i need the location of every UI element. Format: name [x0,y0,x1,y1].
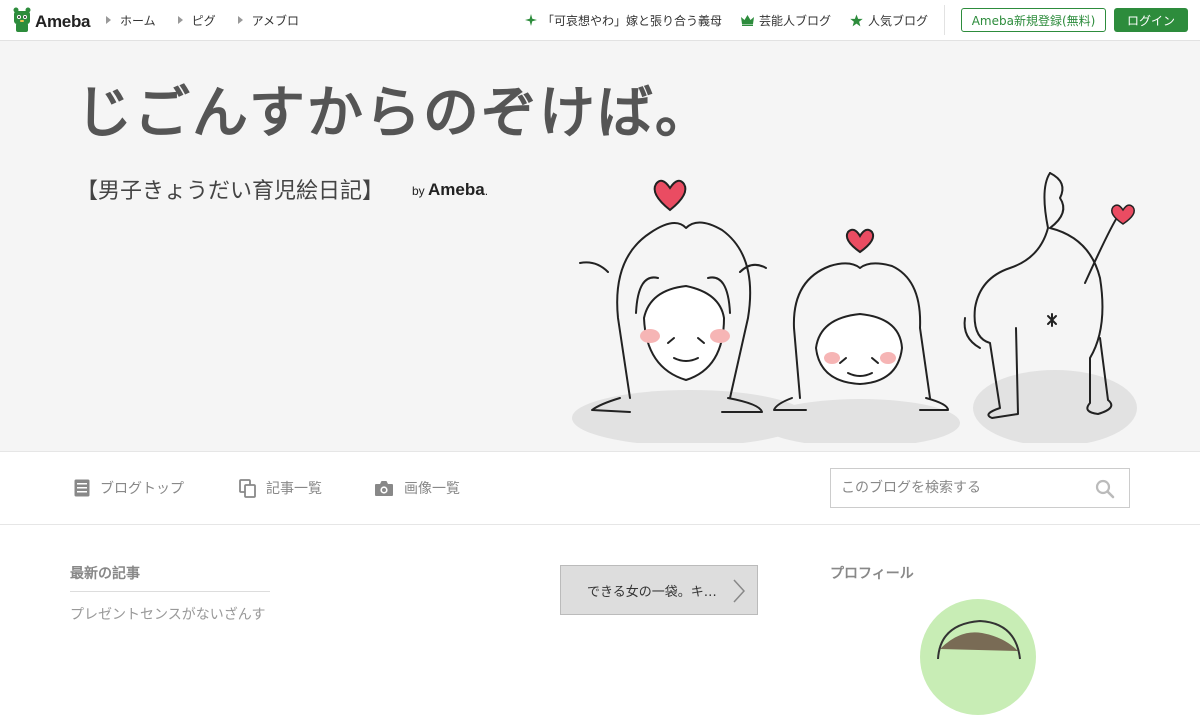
global-header: Ameba ホーム ピグ アメブロ 「可哀想やわ」嫁と張り合う義母 芸能人ブログ [0,0,1200,41]
triangle-right-icon [237,16,243,24]
ameba-mascot-icon [12,7,32,37]
sparkle-icon [524,14,537,26]
search-icon[interactable] [1095,479,1115,503]
logo-text: Ameba [35,12,91,31]
tab-blog-top[interactable]: ブログトップ [74,452,184,524]
by-prefix: by [412,184,425,198]
ameba-logo[interactable]: Ameba [12,7,90,37]
latest-article-link[interactable]: プレゼントセンスがないざんす [70,605,270,625]
header-divider [944,5,945,35]
next-article-button[interactable]: できる女の一袋。キ… [560,565,758,615]
blog-header[interactable]: じごんすからのぞけば。 【男子きょうだい育児絵日記】 by Ameba. [0,41,1200,451]
nav-home-label: ホーム [120,13,156,28]
by-suffix: . [484,184,489,198]
document-icon [74,479,90,497]
chevron-right-icon [733,579,746,607]
latest-articles-section: 最新の記事 プレゼントセンスがないざんす [70,563,270,625]
avatar[interactable] [920,599,1036,715]
blog-tab-bar: ブログトップ 記事一覧 画像一覧 [0,451,1200,525]
tab-article-list-label: 記事一覧 [266,481,322,497]
next-article-label: できる女の一袋。キ… [587,584,717,600]
crown-icon [740,14,754,26]
profile-section: プロフィール [830,563,1130,715]
blog-title: じごんすからのぞけば。 [76,81,713,146]
blog-search-input[interactable] [831,469,1091,507]
popular-blog-link[interactable]: 人気ブログ [850,12,928,29]
celebrity-blog-link[interactable]: 芸能人ブログ [740,12,831,29]
main-nav: ホーム ピグ アメブロ [106,0,321,40]
copy-icon [239,478,256,498]
tab-blog-top-label: ブログトップ [100,481,184,497]
triangle-right-icon [177,16,183,24]
triangle-right-icon [106,16,111,24]
featured-topic-label: 「可哀想やわ」嫁と張り合う義母 [541,13,722,28]
register-button[interactable]: Ameba新規登録(無料) [961,8,1106,32]
blog-subtitle: 【男子きょうだい育児絵日記】 [76,179,385,204]
nav-ameblo-label: アメブロ [251,13,300,28]
nav-pigg[interactable]: ピグ [177,12,216,29]
profile-heading: プロフィール [830,566,914,582]
tab-image-list-label: 画像一覧 [404,481,460,497]
tab-image-list[interactable]: 画像一覧 [374,452,460,524]
latest-articles-heading: 最新の記事 [70,563,270,592]
star-icon [850,14,863,27]
popular-blog-label: 人気ブログ [867,13,928,28]
blog-search-box [830,468,1130,508]
by-ameba-mark: by Ameba. [412,180,488,200]
nav-home[interactable]: ホーム [106,12,156,29]
nav-pigg-label: ピグ [191,13,216,28]
featured-nav: 「可哀想やわ」嫁と張り合う義母 芸能人ブログ 人気ブログ [506,0,928,40]
login-button[interactable]: ログイン [1114,8,1188,32]
tab-article-list[interactable]: 記事一覧 [239,452,322,524]
nav-ameblo[interactable]: アメブロ [237,12,300,29]
header-illustration [570,168,1140,447]
featured-topic-link[interactable]: 「可哀想やわ」嫁と張り合う義母 [524,12,722,29]
camera-icon [374,480,394,497]
celebrity-blog-label: 芸能人ブログ [758,13,831,28]
by-brand: Ameba [428,180,485,199]
